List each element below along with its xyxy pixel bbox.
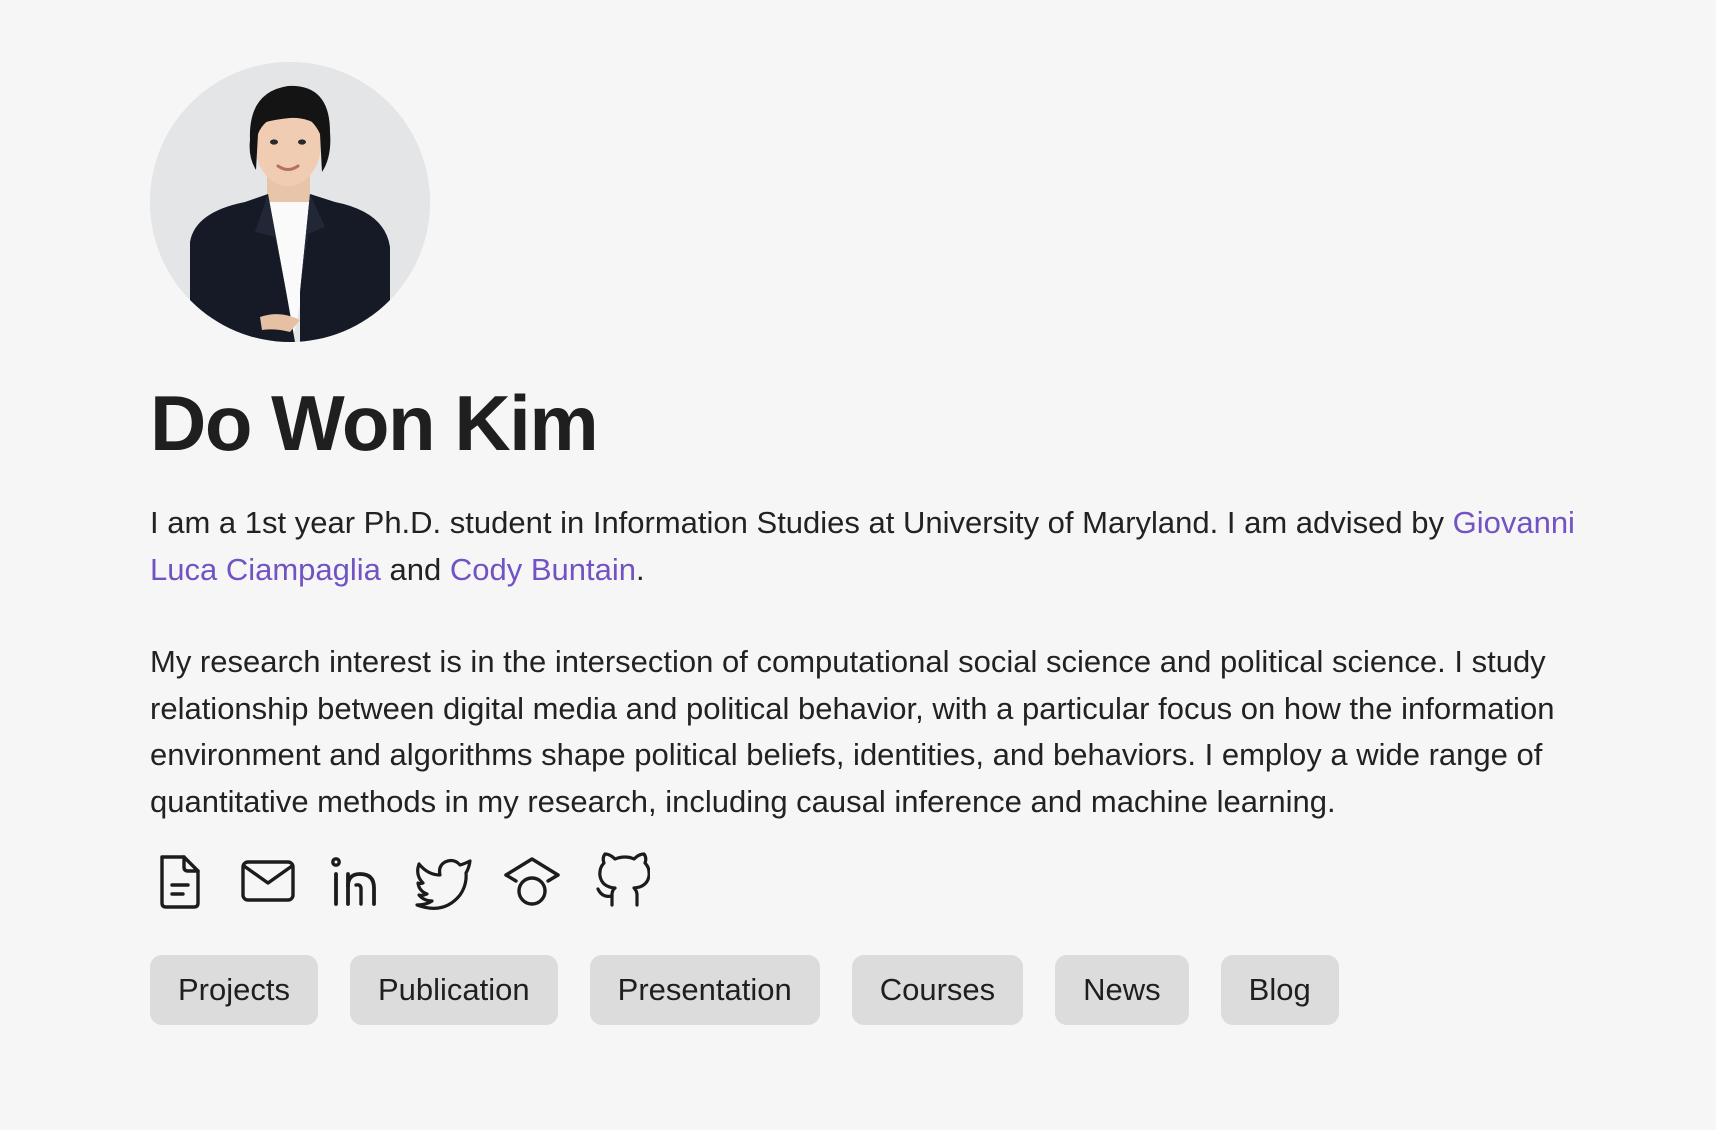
github-icon (596, 852, 650, 907)
cv-document-icon (160, 855, 200, 909)
advisor-link-buntain[interactable]: Cody Buntain (450, 552, 636, 587)
linkedin-icon (331, 857, 376, 906)
page-title: Do Won Kim (150, 379, 599, 467)
linkedin-link[interactable] (326, 849, 414, 913)
nav-projects-button[interactable]: Projects (150, 955, 318, 1025)
nav-courses-button[interactable]: Courses (851, 955, 1024, 1025)
section-nav: Projects Publication Presentation Course… (150, 955, 1600, 1025)
nav-publication-button[interactable]: Publication (349, 955, 558, 1025)
bio: I am a 1st year Ph.D. student in Informa… (150, 500, 1600, 825)
bio-paragraph-research: My research interest is in the intersect… (150, 644, 1555, 819)
twitter-link[interactable] (414, 849, 502, 913)
twitter-icon (415, 858, 472, 910)
main-content: Do Won Kim I am a 1st year Ph.D. student… (150, 62, 1600, 1025)
profile-photo-illustration (150, 62, 430, 342)
nav-news-button[interactable]: News (1055, 955, 1189, 1025)
github-link[interactable] (590, 849, 678, 913)
bio-period: . (636, 551, 645, 587)
bio-and-text: and (380, 551, 450, 587)
page: Do Won Kim I am a 1st year Ph.D. student… (0, 0, 1716, 1130)
google-scholar-link[interactable] (502, 849, 590, 913)
email-link[interactable] (238, 849, 326, 913)
google-scholar-icon (504, 857, 560, 906)
profile-photo (150, 62, 430, 342)
bio-paragraph-advisors: I am a 1st year Ph.D. student in Informa… (150, 500, 1600, 593)
cv-link[interactable] (150, 849, 238, 913)
nav-presentation-button[interactable]: Presentation (589, 955, 820, 1025)
bio-intro-text: I am a 1st year Ph.D. student in Informa… (150, 505, 1453, 540)
social-links (150, 849, 1600, 913)
email-icon (241, 860, 295, 902)
nav-blog-button[interactable]: Blog (1220, 955, 1339, 1025)
